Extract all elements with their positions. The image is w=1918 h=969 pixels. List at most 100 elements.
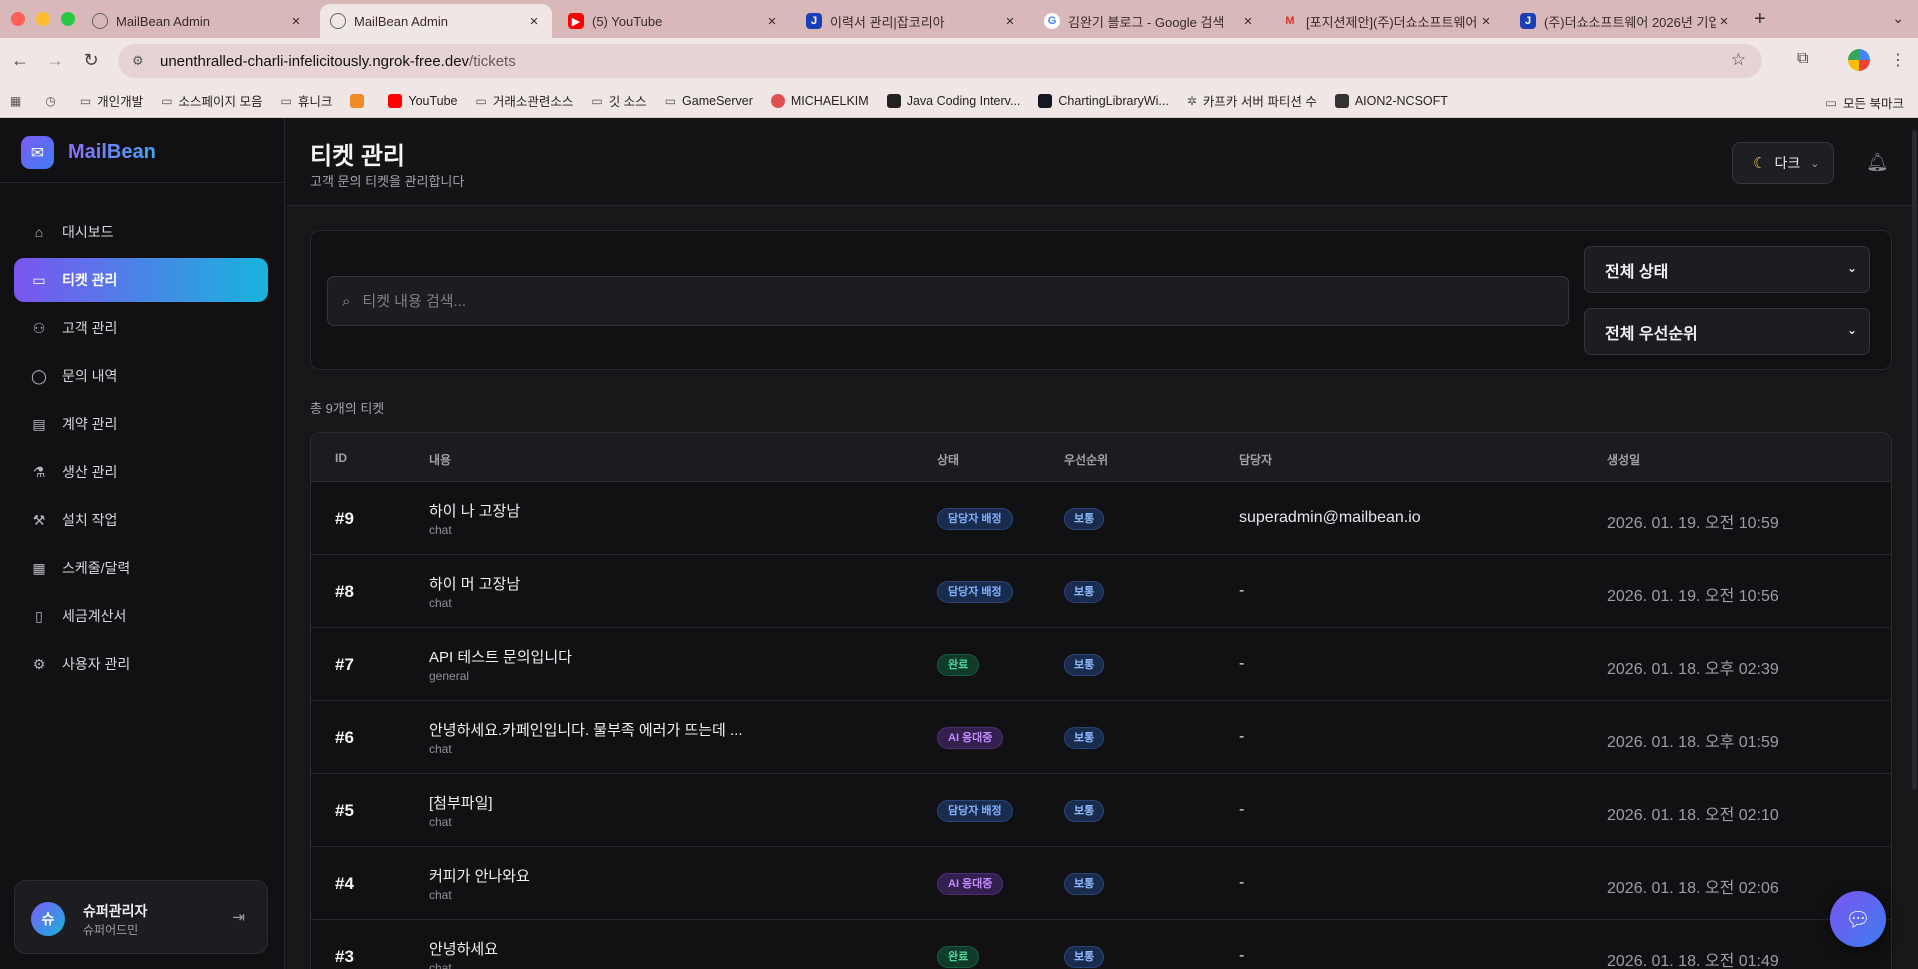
sidebar-item-production[interactable]: ⚗ 생산 관리	[14, 450, 268, 494]
sidebar-item-users[interactable]: ⚙ 사용자 관리	[14, 642, 268, 686]
bookmark-item[interactable]: AION2-NCSOFT	[1334, 93, 1448, 108]
theme-toggle-button[interactable]: ☾ 다크 ⌄	[1732, 142, 1834, 184]
sidebar-item-dashboard[interactable]: ⌂ 대시보드	[14, 210, 268, 254]
profile-avatar-icon[interactable]	[1848, 49, 1870, 71]
brand[interactable]: ✉ MailBean	[21, 136, 156, 169]
sidebar-item-customers[interactable]: ⚇ 고객 관리	[14, 306, 268, 350]
logout-icon[interactable]: ⇥	[232, 908, 245, 926]
column-header-priority[interactable]: 우선순위	[1064, 451, 1108, 468]
browser-tab[interactable]: M [포지션제안](주)더쇼소프트웨어에서 ... ×	[1272, 4, 1504, 38]
column-header-id[interactable]: ID	[335, 451, 347, 465]
browser-tab[interactable]: J 이력서 관리|잡코리아 ×	[796, 4, 1028, 38]
bookmark-item[interactable]: ▭ 개인개발	[80, 91, 143, 110]
tab-close-icon[interactable]: ×	[1002, 13, 1018, 30]
search-input[interactable]	[362, 292, 1568, 310]
ticket-id: #3	[335, 947, 354, 966]
table-row[interactable]: #4 커피가 안나와요 chat AI 응대중 보통 - 2026. 01. 1…	[311, 847, 1891, 920]
bookmark-item[interactable]: MICHAELKIM	[770, 93, 869, 108]
bookmark-item[interactable]: ChartingLibraryWi...	[1038, 93, 1169, 108]
search-field[interactable]: ⌕	[327, 276, 1569, 326]
sidebar-item-tax-invoice[interactable]: ▯ 세금계산서	[14, 594, 268, 638]
table-row[interactable]: #8 하이 머 고장남 chat 담당자 배정 보통 - 2026. 01. 1…	[311, 555, 1891, 628]
browser-tab[interactable]: ▶ (5) YouTube ×	[558, 4, 790, 38]
column-header-content[interactable]: 내용	[429, 451, 451, 468]
receipt-icon: ▯	[35, 607, 43, 624]
ticket-title[interactable]: 커피가 안나와요	[429, 865, 530, 886]
tab-close-icon[interactable]: ×	[1240, 13, 1256, 30]
bookmark-item[interactable]: YouTube	[388, 93, 458, 108]
all-bookmarks[interactable]: ▭ 모든 북마크	[1825, 93, 1904, 112]
ticket-title[interactable]: 하이 머 고장남	[429, 573, 520, 594]
table-row[interactable]: #3 안녕하세요 chat 완료 보통 - 2026. 01. 18. 오전 0…	[311, 920, 1891, 969]
tab-search-icon[interactable]: ⌄	[1892, 10, 1904, 27]
site-info-icon[interactable]: ⚙	[132, 53, 148, 69]
browser-tab[interactable]: J (주)더쇼소프트웨어 2026년 기업정보 ×	[1510, 4, 1742, 38]
page-title: 티켓 관리	[310, 143, 405, 170]
ticket-created: 2026. 01. 19. 오전 10:59	[1607, 515, 1779, 532]
bookmark-item[interactable]: ▭ 휴니크	[281, 91, 333, 110]
ticket-title[interactable]: 안녕하세요	[429, 938, 498, 959]
forward-icon[interactable]: →	[43, 50, 67, 71]
back-icon[interactable]: ←	[8, 50, 32, 71]
maximize-window-button[interactable]	[61, 12, 75, 26]
tab-close-icon[interactable]: ×	[288, 13, 304, 30]
column-header-status[interactable]: 상태	[937, 451, 959, 468]
status-filter-select[interactable]: 전체 상태 ⌄	[1584, 246, 1870, 293]
ticket-assignee: -	[1239, 582, 1245, 599]
column-header-assignee[interactable]: 담당자	[1239, 451, 1272, 468]
bookmark-item[interactable]: Java Coding Interv...	[886, 93, 1020, 108]
close-window-button[interactable]	[11, 12, 25, 26]
tab-close-icon[interactable]: ×	[1716, 13, 1732, 30]
folder-icon: ▭	[664, 93, 677, 108]
bookmark-item[interactable]: ▭ 거래소관련소스	[476, 91, 574, 110]
column-header-created[interactable]: 생성일	[1607, 451, 1640, 468]
sidebar-item-installation[interactable]: ⚒ 설치 작업	[14, 498, 268, 542]
chat-support-button[interactable]: 💬︎	[1830, 891, 1886, 947]
bookmark-item[interactable]	[350, 93, 370, 108]
ticket-type: chat	[429, 742, 452, 756]
apps-grid-icon[interactable]: ▦	[10, 94, 27, 108]
table-row[interactable]: #5 [첨부파일] chat 담당자 배정 보통 - 2026. 01. 18.…	[311, 774, 1891, 847]
browser-tab[interactable]: G 김완기 블로그 - Google 검색 ×	[1034, 4, 1266, 38]
mail-icon: ✉	[21, 136, 54, 169]
ticket-title[interactable]: 안녕하세요.카페인입니다. 물부족 에러가 뜨는데 ...	[429, 719, 743, 740]
ticket-title[interactable]: [첨부파일]	[429, 792, 493, 813]
table-row[interactable]: #9 하이 나 고장남 chat 담당자 배정 보통 superadmin@ma…	[311, 482, 1891, 555]
sidebar-item-inquiries[interactable]: ◯ 문의 내역	[14, 354, 268, 398]
globe-icon	[330, 13, 346, 29]
tab-close-icon[interactable]: ×	[526, 13, 542, 30]
ticket-title[interactable]: 하이 나 고장남	[429, 500, 520, 521]
tab-close-icon[interactable]: ×	[764, 13, 780, 30]
bookmark-item[interactable]: ▭ GameServer	[665, 94, 753, 108]
priority-badge: 보통	[1064, 800, 1105, 822]
priority-filter-select[interactable]: 전체 우선순위 ⌄	[1584, 308, 1870, 355]
sidebar-item-tickets[interactable]: ▭ 티켓 관리	[14, 258, 268, 302]
ticket-assignee: -	[1239, 655, 1245, 672]
ticket-title[interactable]: API 테스트 문의입니다	[429, 646, 572, 667]
minimize-window-button[interactable]	[36, 12, 50, 26]
folder-icon: ▭	[1825, 96, 1838, 110]
sidebar-item-contracts[interactable]: ▤ 계약 관리	[14, 402, 268, 446]
status-badge: 완료	[937, 946, 980, 968]
bookmark-item[interactable]: ▭ 깃 소스	[591, 91, 646, 110]
browser-tab[interactable]: MailBean Admin ×	[82, 4, 314, 38]
ticket-id: #4	[335, 874, 354, 893]
history-icon[interactable]: ◷	[45, 94, 61, 108]
reload-icon[interactable]: ↻	[79, 50, 103, 71]
bell-icon[interactable]: 🔔︎	[1866, 152, 1889, 173]
tab-close-icon[interactable]: ×	[1478, 13, 1494, 30]
sidebar-item-schedule[interactable]: ▦ 스케줄/달력	[14, 546, 268, 590]
bookmark-star-icon[interactable]: ☆	[1731, 50, 1746, 70]
bookmark-item[interactable]: ✲ 카프카 서버 파티션 수	[1187, 91, 1317, 110]
browser-tab-active[interactable]: MailBean Admin ×	[320, 4, 552, 38]
table-row[interactable]: #6 안녕하세요.카페인입니다. 물부족 에러가 뜨는데 ... chat AI…	[311, 701, 1891, 774]
extensions-icon[interactable]: ⧉	[1797, 50, 1808, 68]
priority-badge: 보통	[1064, 946, 1105, 968]
table-row[interactable]: #7 API 테스트 문의입니다 general 완료 보통 - 2026. 0…	[311, 628, 1891, 701]
address-bar[interactable]: ⚙ unenthralled-charli-infelicitously.ngr…	[118, 44, 1762, 78]
youtube-icon: ▶	[568, 13, 584, 29]
page-scrollbar[interactable]	[1912, 130, 1917, 790]
bookmark-item[interactable]: ▭ 소스페이지 모음	[161, 91, 262, 110]
new-tab-button[interactable]: +	[1754, 8, 1766, 31]
menu-icon[interactable]: ⋮	[1890, 50, 1906, 70]
